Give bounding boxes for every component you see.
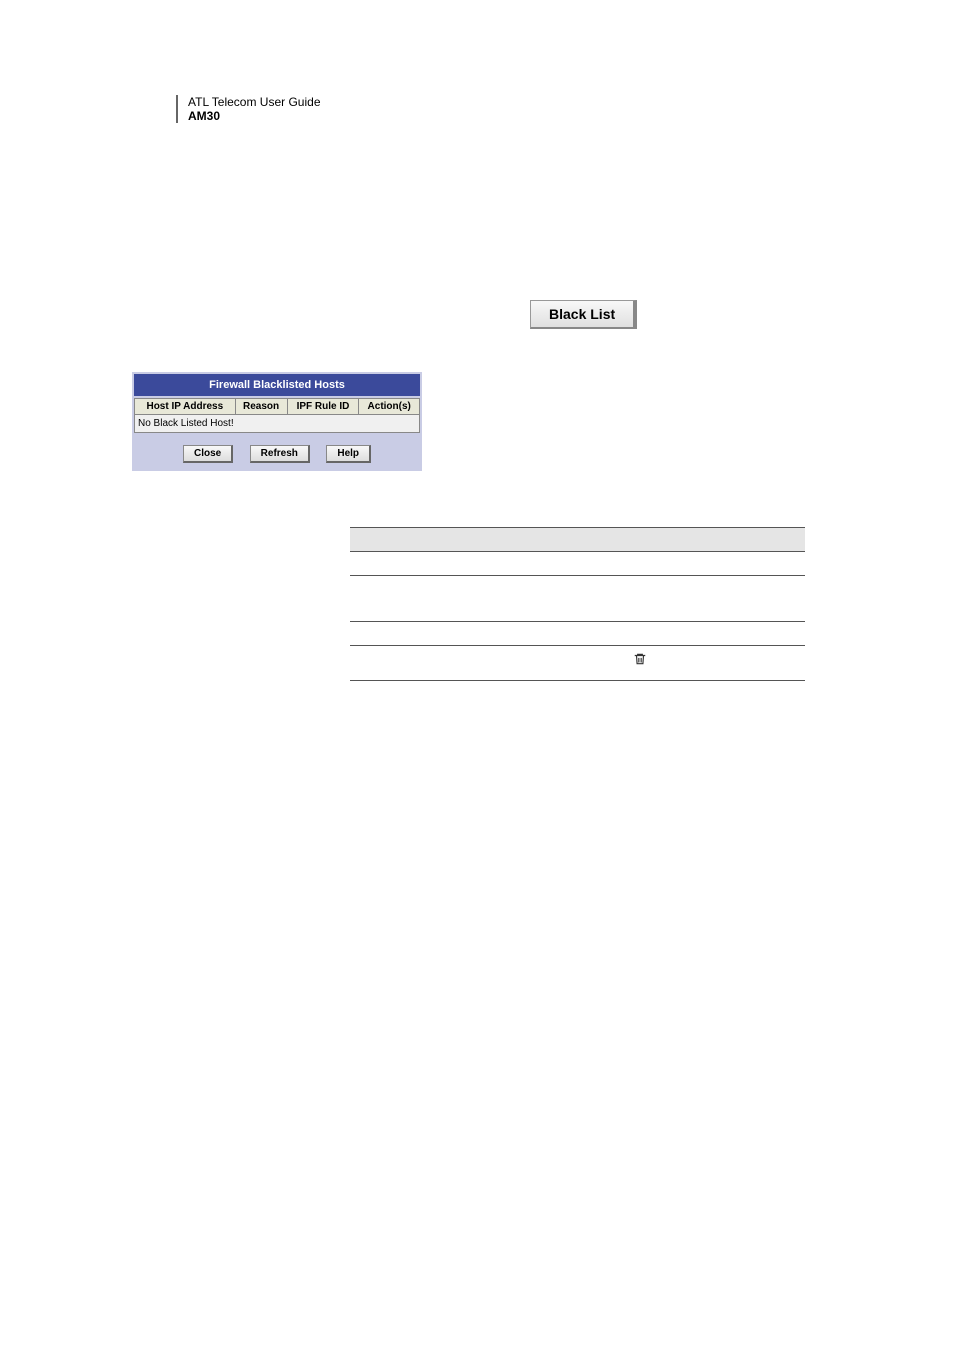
close-button[interactable]: Close — [183, 445, 233, 463]
firewall-blacklisted-panel: Firewall Blacklisted Hosts Host IP Addre… — [132, 372, 422, 471]
table-row — [350, 552, 805, 576]
table-header-row: Host IP Address Reason IPF Rule ID Actio… — [135, 399, 420, 415]
empty-message: No Black Listed Host! — [135, 415, 420, 433]
col-ipf-rule-id: IPF Rule ID — [287, 399, 359, 415]
desc-header-row — [350, 528, 805, 552]
table-empty-row: No Black Listed Host! — [135, 415, 420, 433]
black-list-button[interactable]: Black List — [530, 300, 637, 329]
trash-icon[interactable] — [633, 652, 647, 668]
help-button[interactable]: Help — [326, 445, 371, 463]
col-actions: Action(s) — [359, 399, 420, 415]
doc-title-line2: AM30 — [188, 109, 321, 123]
document-header: ATL Telecom User Guide AM30 — [176, 95, 321, 123]
firewall-table: Host IP Address Reason IPF Rule ID Actio… — [134, 398, 420, 433]
black-list-button-label: Black List — [549, 306, 615, 322]
col-reason: Reason — [235, 399, 287, 415]
description-table — [350, 527, 805, 681]
table-row — [350, 576, 805, 622]
refresh-button[interactable]: Refresh — [250, 445, 310, 463]
col-host-ip: Host IP Address — [135, 399, 236, 415]
doc-title-line1: ATL Telecom User Guide — [188, 95, 321, 109]
firewall-panel-title: Firewall Blacklisted Hosts — [134, 374, 420, 396]
table-row — [350, 622, 805, 646]
firewall-buttons: Close Refresh Help — [134, 433, 420, 469]
table-row — [350, 646, 805, 681]
